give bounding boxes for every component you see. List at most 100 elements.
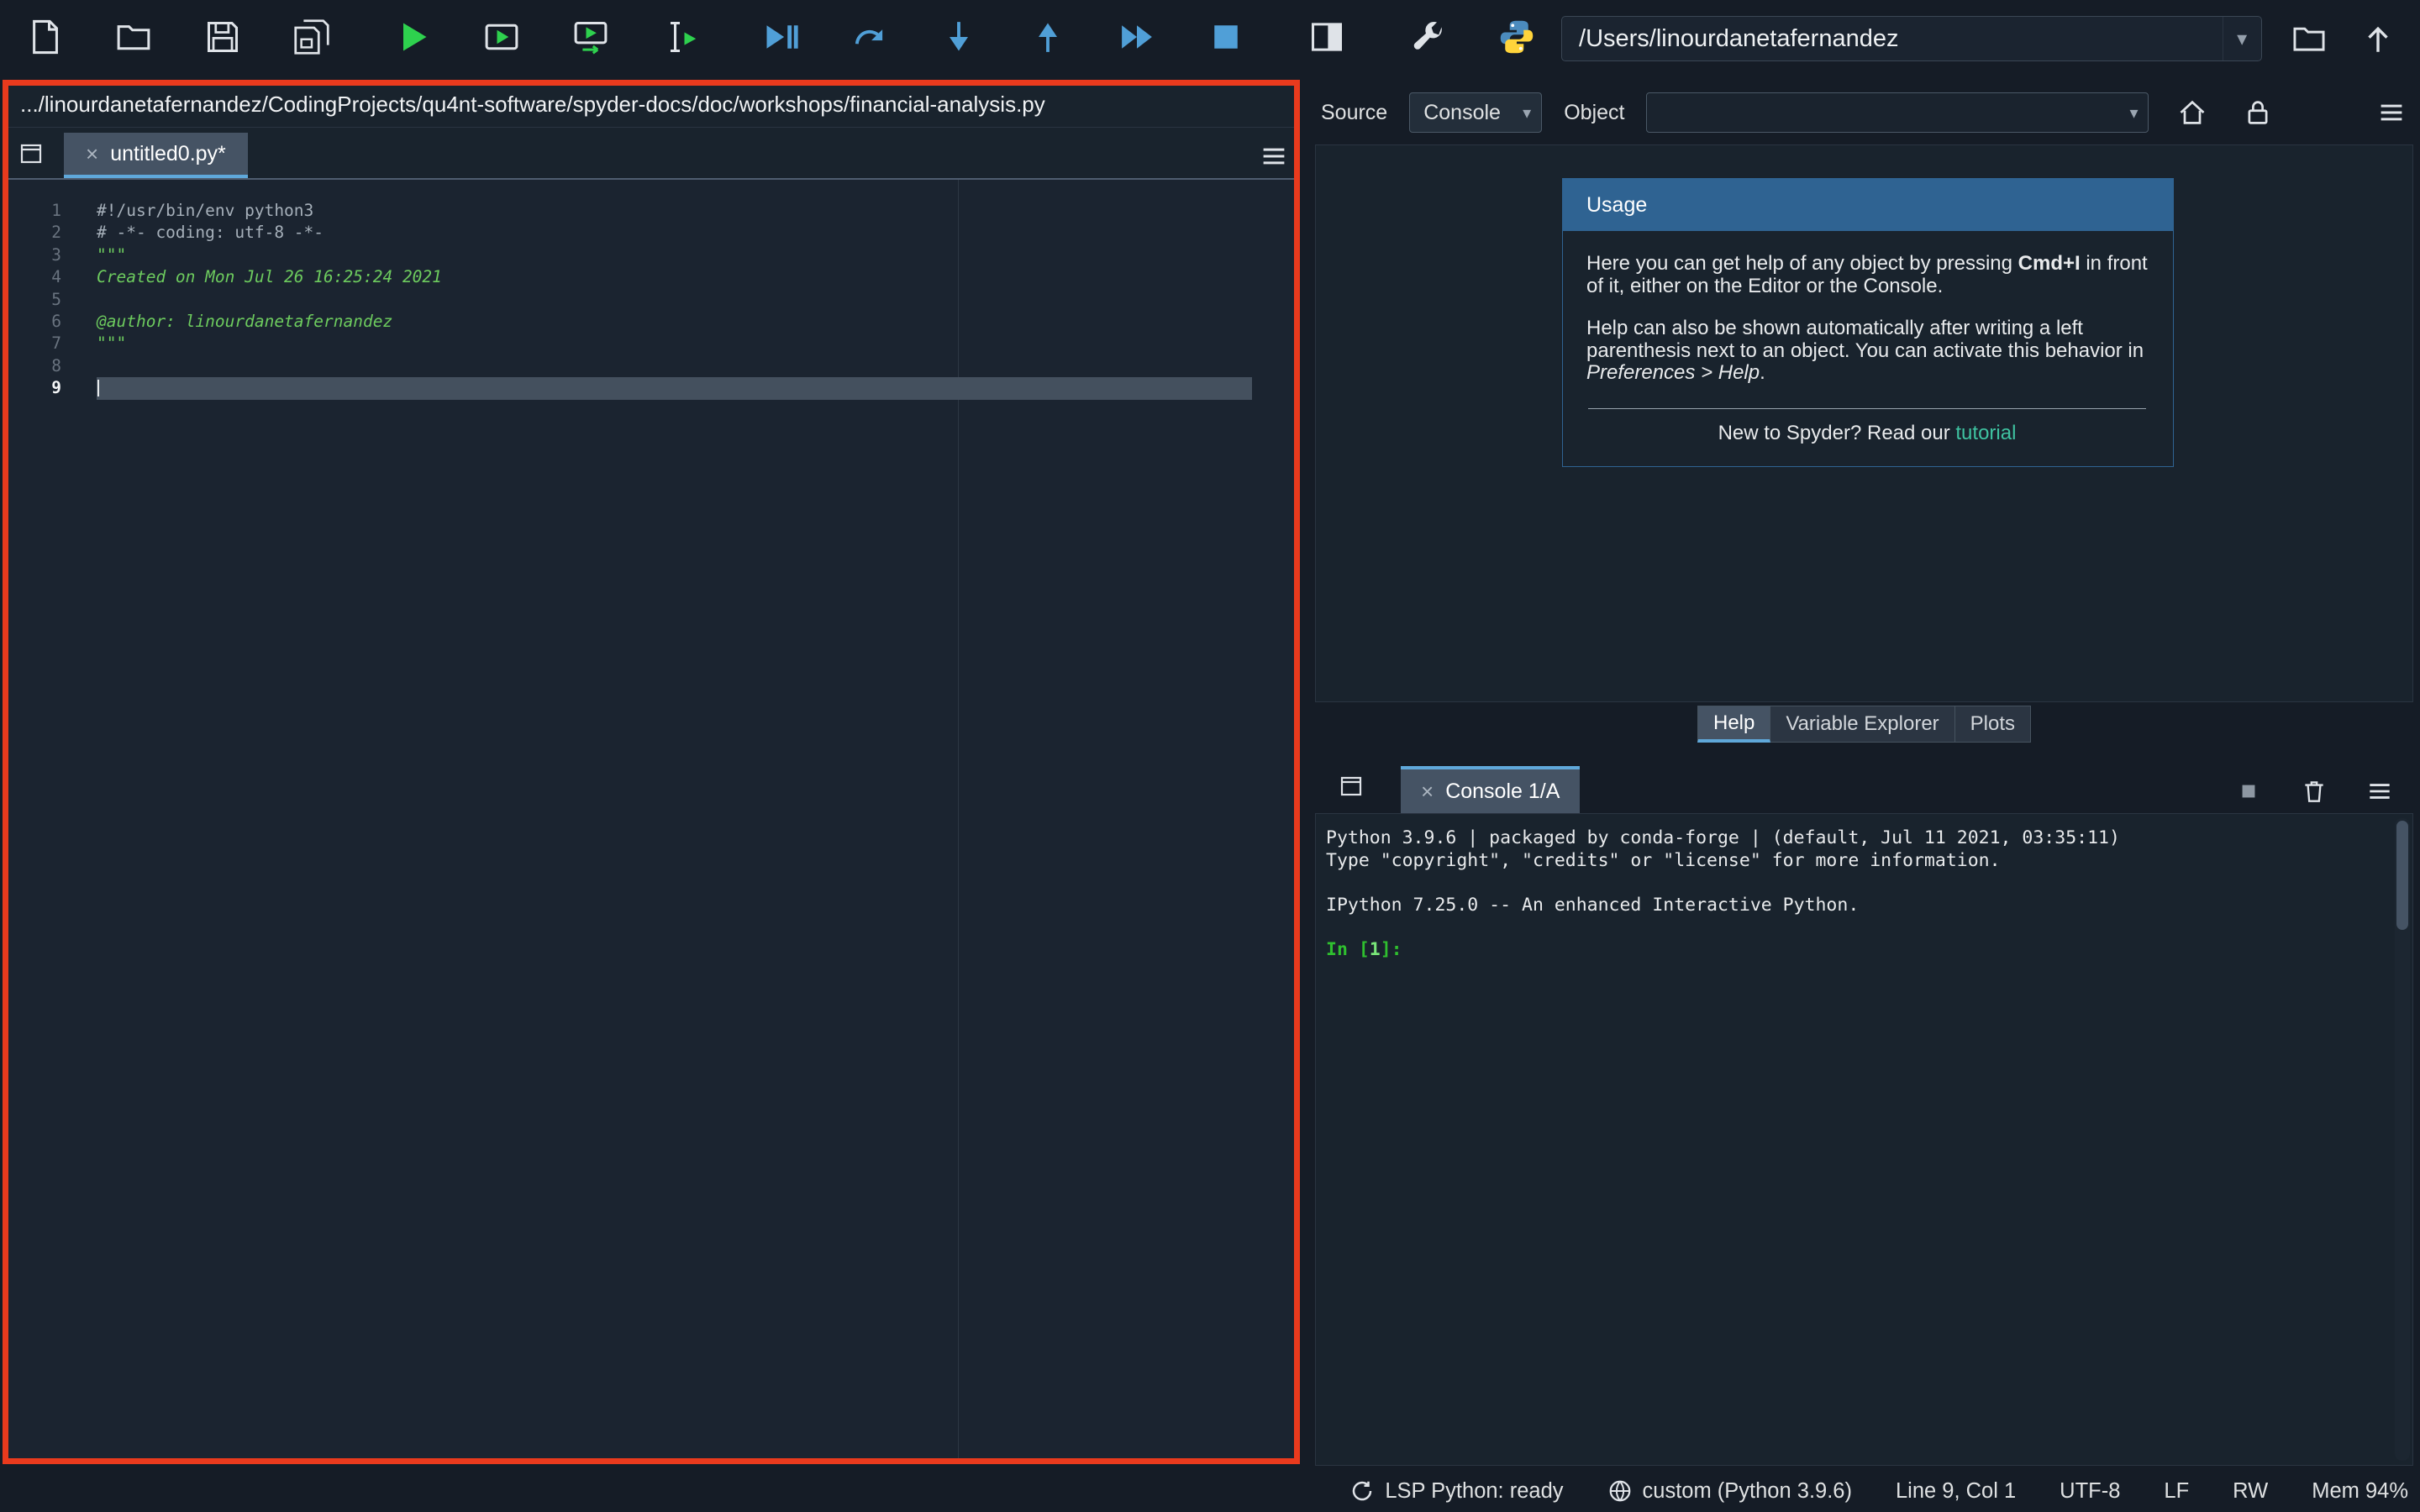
- code-line-2[interactable]: # -*- coding: utf-8 -*-: [97, 222, 1296, 244]
- console-tab[interactable]: × Console 1/A: [1401, 766, 1580, 813]
- breadcrumb: .../linourdanetafernandez/CodingProjects…: [8, 82, 1296, 128]
- working-directory-combobox[interactable]: /Users/linourdanetafernandez ▾: [1561, 16, 2262, 61]
- working-directory-value: /Users/linourdanetafernandez: [1579, 25, 1898, 53]
- tutorial-link[interactable]: tutorial: [1955, 422, 2016, 444]
- debug-file-button[interactable]: [760, 18, 802, 60]
- step-out-button[interactable]: [1027, 18, 1069, 60]
- console-actions: [2227, 769, 2413, 813]
- ipython-console[interactable]: Python 3.9.6 | packaged by conda-forge |…: [1315, 813, 2413, 1466]
- lsp-status[interactable]: LSP Python: ready: [1349, 1478, 1563, 1504]
- code-area[interactable]: #!/usr/bin/env python3# -*- coding: utf-…: [80, 180, 1296, 1460]
- editor-tab-label: untitled0.py*: [110, 142, 226, 166]
- line-number-7: 7: [8, 333, 80, 354]
- code-line-8[interactable]: [97, 355, 1296, 377]
- new-file-button[interactable]: [24, 18, 66, 60]
- console-prompt[interactable]: In [1]:: [1326, 939, 2387, 962]
- lock-button[interactable]: [2236, 91, 2280, 134]
- eol-status: LF: [2164, 1479, 2189, 1504]
- console-tab-label: Console 1/A: [1445, 780, 1560, 804]
- encoding-status: UTF-8: [2060, 1479, 2120, 1504]
- pane-tabs: HelpVariable ExplorerPlots: [1315, 706, 2413, 748]
- console-line-1: Python 3.9.6 | packaged by conda-forge |…: [1326, 827, 2387, 850]
- line-number-6: 6: [8, 311, 80, 333]
- interrupt-kernel-button[interactable]: [2227, 769, 2270, 813]
- home-button[interactable]: [2170, 91, 2214, 134]
- save-file-icon: [204, 18, 241, 60]
- save-all-button[interactable]: [291, 18, 333, 60]
- open-file-button[interactable]: [113, 18, 155, 60]
- source-combobox[interactable]: Console ▾: [1409, 92, 1542, 133]
- remove-variables-button[interactable]: [2292, 769, 2336, 813]
- browse-tabs-icon: [1338, 772, 1365, 799]
- stop-square-icon: [2234, 777, 2263, 806]
- code-editor[interactable]: 123456789 #!/usr/bin/env python3# -*- co…: [8, 180, 1296, 1460]
- console-line-2: Type "copyright", "credits" or "license"…: [1326, 850, 2387, 873]
- debug-file-icon: [762, 18, 799, 60]
- code-line-4[interactable]: Created on Mon Jul 26 16:25:24 2021: [97, 266, 1296, 288]
- step-over-button[interactable]: [849, 18, 891, 60]
- usage-body: Here you can get help of any object by p…: [1563, 231, 2173, 466]
- maximize-pane-button[interactable]: [1306, 18, 1348, 60]
- code-line-6[interactable]: @author: linourdanetafernandez: [97, 311, 1296, 333]
- run-file-button[interactable]: [392, 18, 434, 60]
- code-line-7[interactable]: """: [97, 333, 1296, 354]
- parent-directory-button[interactable]: [2356, 16, 2400, 61]
- step-over-icon: [851, 18, 888, 60]
- save-file-button[interactable]: [202, 18, 244, 60]
- preferences-button[interactable]: [1407, 18, 1449, 60]
- editor-tabbar: × untitled0.py*: [8, 128, 1296, 180]
- chevron-down-icon[interactable]: ▾: [2223, 17, 2261, 60]
- code-line-9[interactable]: [97, 377, 1252, 399]
- console-tabbar: × Console 1/A: [1315, 758, 2413, 813]
- run-cell-button[interactable]: [481, 18, 523, 60]
- python-interpreter-button[interactable]: [1496, 18, 1538, 60]
- help-panel: Usage Here you can get help of any objec…: [1315, 144, 2413, 702]
- browse-tabs-button[interactable]: [1328, 763, 1374, 808]
- help-options-menu-button[interactable]: [2370, 91, 2413, 134]
- console-options-menu-button[interactable]: [2358, 769, 2402, 813]
- toolbar-group: [736, 18, 1270, 60]
- divider: [1588, 408, 2146, 409]
- open-file-icon: [115, 18, 152, 60]
- editor-tab-untitled0[interactable]: × untitled0.py*: [64, 133, 248, 178]
- stop-debugging-icon: [1207, 18, 1244, 60]
- code-line-1[interactable]: #!/usr/bin/env python3: [97, 200, 1296, 222]
- tab-variable-explorer[interactable]: Variable Explorer: [1770, 706, 1954, 743]
- close-icon[interactable]: ×: [1421, 780, 1434, 802]
- run-cell-advance-button[interactable]: [570, 18, 612, 60]
- chevron-down-icon[interactable]: ▾: [2119, 102, 2148, 123]
- close-icon[interactable]: ×: [86, 143, 98, 165]
- console-pane: × Console 1/A Python 3.9.6 | packaged by…: [1315, 758, 2413, 1466]
- stop-debugging-button[interactable]: [1205, 18, 1247, 60]
- run-cell-advance-icon: [572, 18, 609, 60]
- browse-working-directory-button[interactable]: [2287, 16, 2331, 61]
- folder-icon: [2291, 21, 2327, 56]
- toolbar-group: [1383, 18, 1561, 60]
- usage-paragraph-2: Help can also be shown automatically aft…: [1586, 318, 2148, 385]
- line-number-9: 9: [8, 377, 80, 399]
- console-scrollbar[interactable]: [2395, 818, 2410, 1461]
- line-number-3: 3: [8, 244, 80, 266]
- interpreter-status[interactable]: custom (Python 3.9.6): [1607, 1478, 1852, 1504]
- source-label: Source: [1321, 101, 1387, 125]
- continue-execution-button[interactable]: [1116, 18, 1158, 60]
- toolbar-group: [1282, 18, 1371, 60]
- editor-options-menu-button[interactable]: [1252, 134, 1296, 178]
- object-combobox[interactable]: ▾: [1646, 92, 2149, 133]
- scrollbar-thumb[interactable]: [2396, 821, 2408, 930]
- cursor-position-status: Line 9, Col 1: [1896, 1479, 2016, 1504]
- object-label: Object: [1564, 101, 1624, 125]
- line-number-gutter: 123456789: [8, 180, 80, 1460]
- tab-plots[interactable]: Plots: [1955, 706, 2031, 743]
- run-selection-button[interactable]: [659, 18, 701, 60]
- code-line-5[interactable]: [97, 289, 1296, 311]
- step-into-button[interactable]: [938, 18, 980, 60]
- usage-paragraph-1: Here you can get help of any object by p…: [1586, 253, 2148, 297]
- hamburger-menu-icon: [2376, 97, 2407, 128]
- chevron-down-icon[interactable]: ▾: [1512, 102, 1541, 123]
- maximize-pane-icon: [1308, 18, 1345, 60]
- code-line-3[interactable]: """: [97, 244, 1296, 266]
- tab-help[interactable]: Help: [1697, 706, 1770, 743]
- line-number-4: 4: [8, 266, 80, 288]
- browse-tabs-button[interactable]: [8, 130, 54, 176]
